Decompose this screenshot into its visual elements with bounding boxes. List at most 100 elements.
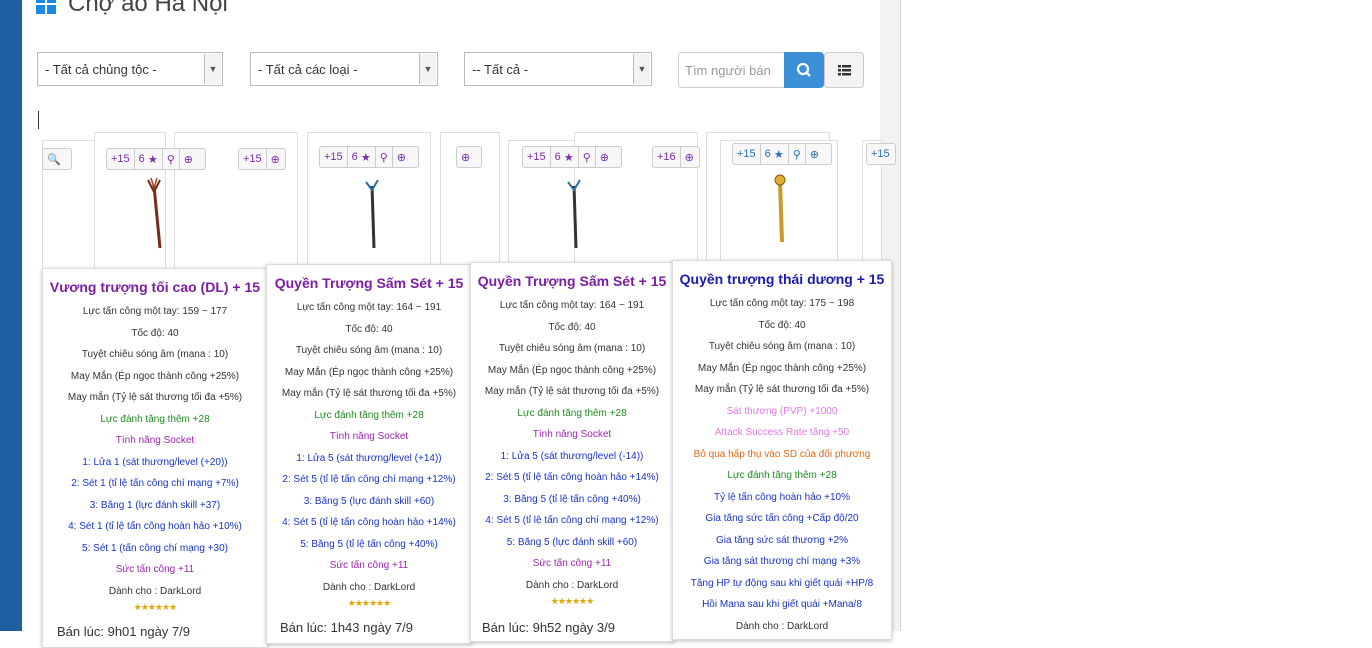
zoom-badge[interactable]: 🔍 — [42, 148, 72, 170]
plus-level: +16 — [653, 147, 681, 167]
rating-stars: ★★★★★★ — [550, 596, 594, 606]
zoom-icon[interactable]: ⊕ — [806, 144, 823, 164]
stat-line: Tính năng Socket — [115, 435, 195, 446]
page-title: Chợ ảo Hà Nội — [68, 0, 228, 17]
stat-line: May Mắn (Ép ngọc thành công +25%) — [70, 370, 240, 382]
type-filter-value: - Tất cả các loại - — [258, 62, 358, 77]
search-icon[interactable]: ⚲ — [376, 147, 393, 167]
stat-line: Sức tấn công +11 — [329, 560, 409, 571]
stat-line: May mắn (Tỷ lệ sát thương tối đa +5%) — [694, 384, 870, 395]
list-view-button[interactable] — [824, 52, 864, 88]
socket-count: 6 ★ — [551, 147, 579, 167]
star-icon: ★ — [147, 153, 158, 166]
stat-line: Lực đánh tăng thêm +28 — [314, 409, 424, 421]
item-badge[interactable]: +15 6 ★ ⚲ ⊕ — [319, 146, 419, 168]
list-icon — [838, 65, 851, 76]
stat-line: Tuyệt chiêu sóng âm (mana : 10) — [498, 343, 646, 354]
stat-line: Lực tấn công một tay: 175 ~ 198 — [709, 298, 855, 309]
socket-line: 2: Sét 5 (tỉ lệ tấn công hoàn hảo +14%) — [485, 472, 659, 483]
star-icon: ★ — [563, 151, 574, 164]
stat-line: Sát thương (PVP) +1000 — [726, 405, 838, 417]
socket-line: 4: Sét 5 (tỉ lệ tấn công chí mạng +12%) — [485, 515, 659, 526]
socket-line: 1: Lửa 5 (sát thương/level (-14)) — [500, 450, 644, 462]
item-badge[interactable]: +15 — [866, 143, 896, 165]
rating-stars: ★★★★★★ — [347, 598, 391, 608]
rating-stars: ★★★★★★ — [133, 602, 177, 612]
search-icon — [796, 62, 811, 77]
text-cursor — [38, 111, 39, 129]
plus-level: +15 — [871, 148, 890, 160]
star-icon: ★ — [773, 148, 784, 161]
chevron-down-icon: ▼ — [204, 54, 221, 84]
stat-line: Tốc độ: 40 — [131, 327, 179, 339]
stat-line: Attack Success Rate tăng +50 — [714, 427, 850, 438]
item-badge[interactable]: +16 ⊕ — [652, 146, 700, 168]
socket-count-value: 6 — [351, 151, 358, 163]
option-filter-value: -- Tất cả - — [472, 62, 529, 77]
search-icon[interactable]: ⚲ — [163, 149, 180, 169]
plus-level: +15 — [733, 144, 761, 164]
socket-line: 3: Băng 5 (lực đánh skill +60) — [303, 495, 435, 507]
stat-line: Lực đánh tăng thêm +28 — [100, 413, 210, 425]
item-tooltip: Vương trượng tối cao (DL) + 15 Lực tấn c… — [42, 268, 268, 648]
search-button[interactable] — [784, 52, 824, 88]
stat-line: May Mắn (Ép ngọc thành công +25%) — [487, 364, 657, 376]
seller-search-input[interactable]: Tìm người bán — [678, 52, 786, 88]
race-filter-select[interactable]: - Tất cả chủng tộc - ▼ — [37, 52, 223, 86]
zoom-icon[interactable]: ⊕ — [180, 149, 197, 169]
item-name: Quyền trượng thái dương + 15 — [679, 271, 885, 287]
type-filter-select[interactable]: - Tất cả các loại - ▼ — [250, 52, 438, 86]
search-icon[interactable]: ⚲ — [579, 147, 596, 167]
stat-line: Tính năng Socket — [532, 429, 612, 440]
page-header: Chợ ảo Hà Nội — [36, 0, 228, 20]
socket-line: 3: Băng 5 (tỉ lệ tấn công +40%) — [503, 493, 641, 505]
item-badge[interactable]: +15 6 ★ ⚲ ⊕ — [106, 148, 206, 170]
stat-line: May Mắn (Ép ngọc thành công +25%) — [697, 362, 867, 374]
stat-line: Sức tấn công +11 — [532, 558, 612, 569]
stat-line: Lực đánh tăng thêm +28 — [517, 407, 627, 419]
socket-count: 6 ★ — [135, 149, 163, 169]
sun-scepter-image — [774, 174, 786, 243]
left-window-edge — [0, 0, 22, 631]
plus-level: +15 — [523, 147, 551, 167]
stat-line: Tuyệt chiêu sóng âm (mana : 10) — [708, 341, 856, 352]
stat-line: Lực đánh tăng thêm +28 — [727, 470, 837, 481]
stat-line: May mắn (Tỷ lệ sát thương tối đa +5%) — [484, 386, 660, 397]
search-icon[interactable]: ⚲ — [789, 144, 806, 164]
socket-line: 2: Sét 5 (tỉ lệ tấn công chí mạng +12%) — [282, 474, 456, 485]
zoom-icon[interactable]: ⊕ — [457, 147, 474, 167]
zoom-icon[interactable]: 🔍 — [43, 149, 65, 169]
zoom-icon[interactable]: ⊕ — [393, 147, 410, 167]
zoom-badge[interactable]: ⊕ — [456, 146, 482, 168]
stat-line: Sức tấn công +11 — [115, 564, 195, 575]
item-tooltip: Quyền Trượng Sấm Sét + 15 Lực tấn công m… — [470, 262, 674, 642]
socket-count-value: 6 — [554, 151, 561, 163]
zoom-icon[interactable]: ⊕ — [267, 149, 284, 169]
thunder-scepter-image — [365, 179, 379, 249]
item-name: Quyền Trượng Sấm Sét + 15 — [274, 275, 464, 291]
stat-line: May Mắn (Ép ngọc thành công +25%) — [284, 366, 454, 378]
chevron-down-icon: ▼ — [419, 54, 436, 84]
excellent-line: Gia tăng sức tấn công +Cấp độ/20 — [705, 513, 859, 524]
item-badge[interactable]: +15 6 ★ ⚲ ⊕ — [732, 143, 832, 165]
excellent-line: Hồi Mana sau khi giết quái +Mana/8 — [702, 599, 862, 610]
stat-line: Lực tấn công một tay: 164 ~ 191 — [499, 300, 645, 311]
zoom-icon[interactable]: ⊕ — [681, 147, 698, 167]
sold-time: Bán lúc: 9h01 ngày 7/9 — [57, 624, 190, 639]
socket-line: 4: Sét 5 (tỉ lệ tấn công hoàn hảo +14%) — [282, 517, 456, 528]
item-tooltip: Quyền Trượng Sấm Sét + 15 Lực tấn công m… — [266, 264, 472, 644]
item-badge[interactable]: +15 6 ★ ⚲ ⊕ — [522, 146, 622, 168]
item-badge[interactable]: +15 ⊕ — [238, 148, 286, 170]
class-line: Dành cho : DarkLord — [735, 620, 829, 632]
socket-line: 5: Băng 5 (lực đánh skill +60) — [506, 536, 638, 548]
item-tooltip: Quyền trượng thái dương + 15 Lực tấn côn… — [672, 260, 892, 640]
stat-line: Lực tấn công một tay: 159 ~ 177 — [82, 306, 228, 317]
zoom-icon[interactable]: ⊕ — [596, 147, 613, 167]
option-filter-select[interactable]: -- Tất cả - ▼ — [464, 52, 652, 86]
socket-count: 6 ★ — [348, 147, 376, 167]
class-line: Dành cho : DarkLord — [525, 579, 619, 591]
socket-line: 5: Băng 5 (tỉ lệ tấn công +40%) — [300, 538, 438, 550]
item-name: Vương trượng tối cao (DL) + 15 — [49, 279, 261, 295]
excellent-line: Gia tăng sát thương chí mạng +3% — [703, 556, 861, 567]
socket-line: 3: Băng 1 (lực đánh skill +37) — [89, 499, 221, 511]
